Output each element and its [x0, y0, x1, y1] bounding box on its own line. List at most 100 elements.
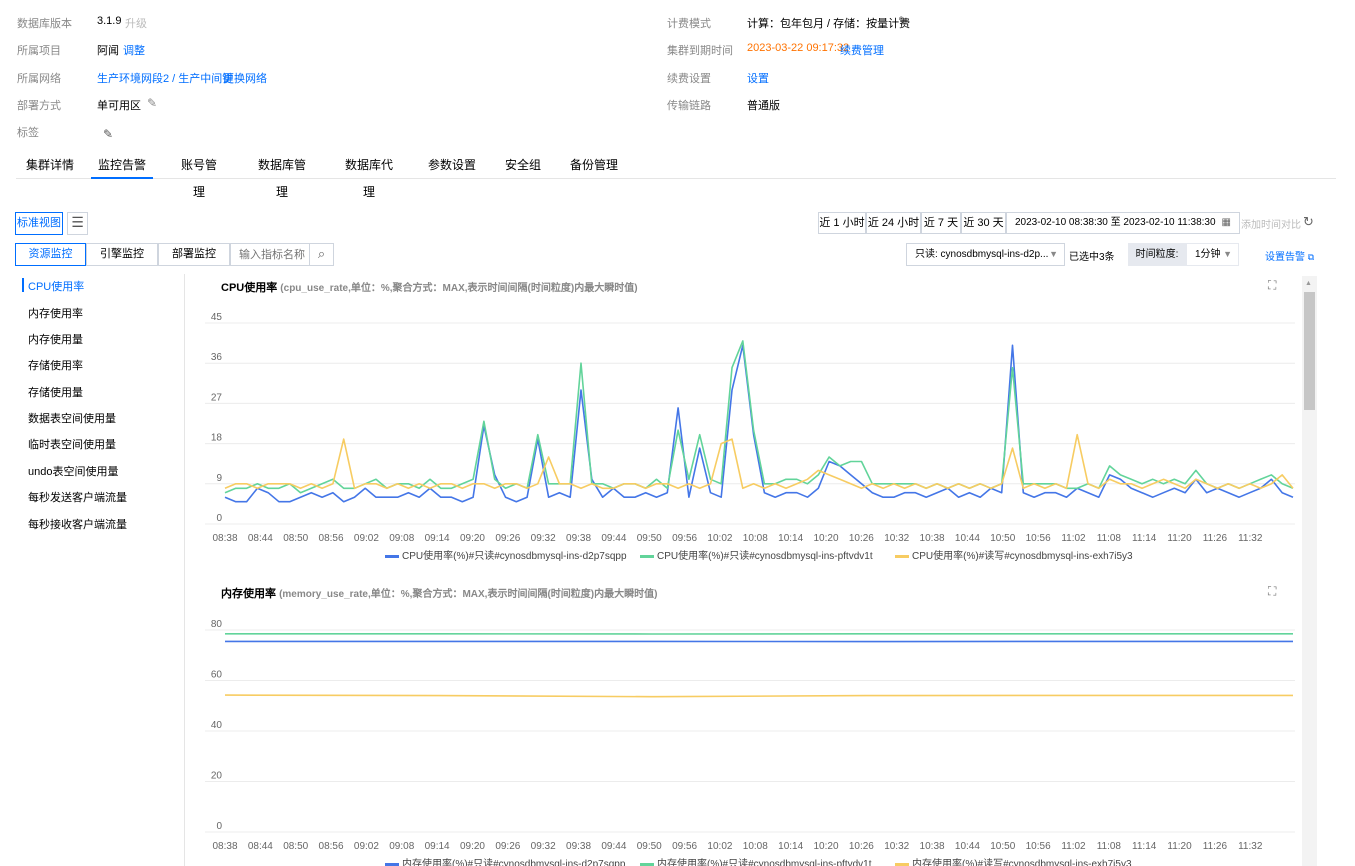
y-tick-label: 80	[211, 619, 223, 630]
scrollbar-thumb[interactable]	[1304, 292, 1315, 410]
x-tick-label: 09:38	[566, 841, 591, 852]
external-link-icon: ⧉	[1307, 252, 1315, 262]
range-30d[interactable]: 近 30 天	[961, 212, 1006, 234]
x-tick-label: 10:38	[920, 533, 945, 544]
tab-params[interactable]: 参数设置	[428, 152, 476, 179]
legend-label-1: 内存使用率(%)#只读#cynosdbmysql-ins-pftvdv1t	[657, 857, 872, 866]
x-tick-label: 10:14	[778, 841, 803, 852]
y-tick-label: 0	[216, 513, 222, 524]
refresh-icon[interactable]: ↻	[1303, 214, 1314, 230]
x-tick-label: 09:26	[495, 841, 520, 852]
x-tick-label: 09:44	[601, 533, 626, 544]
granularity-select[interactable]: 1分钟 ▼	[1186, 243, 1239, 266]
x-tick-label: 11:08	[1097, 841, 1122, 852]
time-range-picker[interactable]: 2023-02-10 08:38:30 至 2023-02-10 11:38:3…	[1006, 212, 1240, 234]
db-version-label: 数据库版本	[17, 18, 72, 30]
legend-swatch-0	[385, 555, 399, 558]
tab-proxy[interactable]: 数据库代理	[340, 152, 398, 199]
x-tick-label: 08:38	[212, 533, 237, 544]
x-tick-label: 09:50	[637, 841, 662, 852]
search-icon[interactable]: ⌕	[309, 243, 334, 266]
instance-select-value: 只读: cynosdbmysql-ins-d2p...	[915, 249, 1049, 260]
set-alarm-label: 设置告警	[1265, 252, 1305, 263]
tab-account[interactable]: 账号管理	[176, 152, 222, 199]
x-tick-label: 09:08	[389, 841, 414, 852]
x-tick-label: 10:26	[849, 841, 874, 852]
selected-count: 已选中3条	[1069, 252, 1115, 263]
legend-label-2: 内存使用率(%)#读写#cynosdbmysql-ins-exh7i5y3	[912, 857, 1132, 866]
deploy-label: 部署方式	[17, 100, 61, 112]
sidebar-item-undo-space[interactable]: undo表空间使用量	[28, 463, 118, 479]
scrollbar-track[interactable]: ▲	[1302, 276, 1317, 866]
sidebar-item-storage-rate[interactable]: 存储使用率	[28, 357, 83, 373]
change-network-link[interactable]: 更换网络	[223, 70, 267, 86]
sidebar-item-send-traffic[interactable]: 每秒发送客户端流量	[28, 489, 127, 505]
x-tick-label: 11:08	[1097, 533, 1122, 544]
legend-label-1: CPU使用率(%)#只读#cynosdbmysql-ins-pftvdv1t	[657, 549, 873, 562]
x-tick-label: 10:32	[884, 533, 909, 544]
mem-chart-title: 内存使用率 (memory_use_rate,单位：%,聚合方式：MAX,表示时…	[221, 585, 657, 601]
mem-fullscreen-icon[interactable]: ⛶	[1268, 584, 1276, 599]
x-tick-label: 09:08	[389, 533, 414, 544]
upgrade-link[interactable]: 升级	[125, 15, 147, 31]
x-tick-label: 08:56	[319, 841, 344, 852]
series-line-0	[224, 344, 1294, 503]
tab-cluster-detail[interactable]: 集群详情	[24, 152, 76, 179]
instance-select[interactable]: 只读: cynosdbmysql-ins-d2p... ▼	[906, 243, 1065, 266]
cpu-chart-title-text: CPU使用率	[221, 282, 278, 294]
add-compare-link[interactable]: 添加时间对比	[1241, 216, 1301, 231]
time-range-text: 2023-02-10 08:38:30 至 2023-02-10 11:38:3…	[1015, 217, 1216, 228]
sidebar-item-memory-rate[interactable]: 内存使用率	[28, 305, 83, 321]
x-tick-label: 11:32	[1238, 533, 1263, 544]
y-tick-label: 9	[216, 473, 222, 484]
renew-setting-link[interactable]: 设置	[747, 70, 769, 86]
y-tick-label: 0	[216, 821, 222, 832]
network-link[interactable]: 生产环境网段2 / 生产中间键	[97, 70, 233, 86]
transport-label: 传输链路	[667, 100, 711, 112]
legend-label-0: 内存使用率(%)#只读#cynosdbmysql-ins-d2p7sqpp	[402, 857, 626, 866]
network-label: 所属网络	[17, 73, 61, 85]
sidebar-item-temp-space[interactable]: 临时表空间使用量	[28, 436, 116, 452]
menu-icon[interactable]: ☰	[67, 212, 88, 235]
x-tick-label: 08:44	[248, 533, 273, 544]
tab-security-group[interactable]: 安全组	[505, 152, 541, 179]
edit-billing-icon[interactable]: ✎	[898, 14, 908, 28]
sidebar-item-table-space[interactable]: 数据表空间使用量	[28, 410, 116, 426]
sidebar-item-cpu[interactable]: CPU使用率	[28, 278, 84, 294]
renew-manage-link[interactable]: 续费管理	[840, 42, 884, 58]
scroll-up-icon[interactable]: ▲	[1305, 280, 1312, 287]
x-tick-label: 09:02	[354, 533, 379, 544]
sidebar-item-memory-usage[interactable]: 内存使用量	[28, 331, 83, 347]
x-tick-label: 10:20	[813, 841, 838, 852]
tab-monitor-alarm[interactable]: 监控告警	[91, 152, 153, 179]
cluster-tabs: 集群详情 监控告警 账号管理 数据库管理 数据库代理 参数设置 安全组 备份管理	[16, 152, 1336, 199]
adjust-project-link[interactable]: 调整	[123, 42, 145, 58]
edit-tags-icon[interactable]: ✎	[103, 127, 113, 141]
x-tick-label: 08:50	[283, 533, 308, 544]
x-tick-label: 10:08	[743, 841, 768, 852]
x-tick-label: 09:38	[566, 533, 591, 544]
range-24h[interactable]: 近 24 小时	[866, 212, 921, 234]
cpu-chart-subtitle: (cpu_use_rate,单位：%,聚合方式：MAX,表示时间间隔(时间粒度)…	[280, 283, 638, 294]
metric-search-input[interactable]	[230, 243, 310, 266]
chevron-down-icon: ▼	[1223, 249, 1232, 259]
range-7d[interactable]: 近 7 天	[921, 212, 961, 234]
set-alarm-link[interactable]: 设置告警 ⧉	[1265, 248, 1314, 263]
tab-deploy-monitor[interactable]: 部署监控	[158, 243, 230, 266]
range-1h[interactable]: 近 1 小时	[818, 212, 866, 234]
tab-resource-monitor[interactable]: 资源监控	[15, 243, 86, 266]
sidebar-item-storage-usage[interactable]: 存储使用量	[28, 384, 83, 400]
tags-label: 标签	[17, 127, 39, 139]
cpu-fullscreen-icon[interactable]: ⛶	[1268, 278, 1276, 293]
edit-deploy-icon[interactable]: ✎	[147, 96, 157, 110]
tab-backup[interactable]: 备份管理	[570, 152, 618, 179]
x-tick-label: 10:26	[849, 533, 874, 544]
granularity-value: 1分钟	[1195, 249, 1221, 260]
tab-engine-monitor[interactable]: 引擎监控	[86, 243, 158, 266]
standard-view-button[interactable]: 标准视图	[15, 212, 63, 235]
x-tick-label: 09:50	[637, 533, 662, 544]
sidebar-item-recv-traffic[interactable]: 每秒接收客户端流量	[28, 516, 127, 532]
tab-database[interactable]: 数据库管理	[253, 152, 311, 199]
legend-label-0: CPU使用率(%)#只读#cynosdbmysql-ins-d2p7sqpp	[402, 549, 627, 562]
x-tick-label: 09:02	[354, 841, 379, 852]
